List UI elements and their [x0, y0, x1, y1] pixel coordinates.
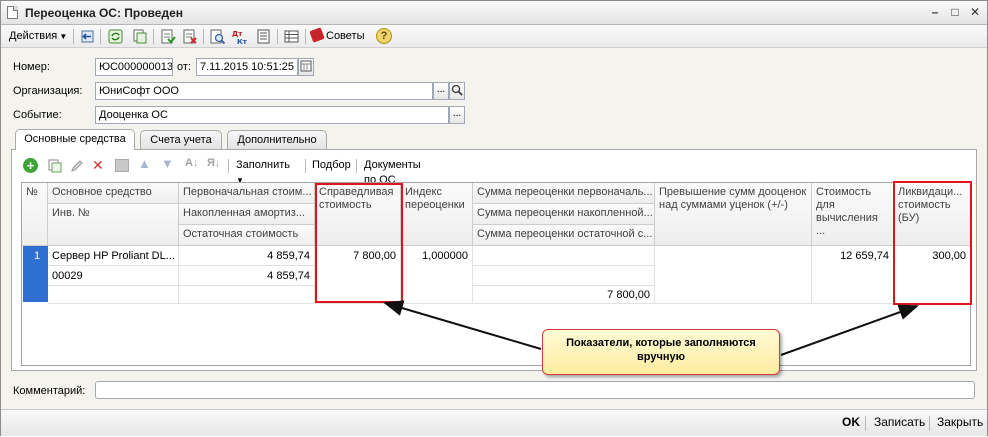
document-window: Переоценка ОС: Проведен – □ ✕ Действия ▼ [0, 0, 988, 436]
close-button[interactable]: Закрыть [937, 415, 983, 429]
arrow-to-liquidation-value [780, 304, 919, 356]
comment-label: Комментарий: [13, 385, 86, 397]
comment-field[interactable] [95, 381, 975, 399]
annotation-arrows [383, 300, 919, 356]
button-separator [929, 416, 930, 431]
bottom-bar: OK Записать Закрыть [1, 409, 987, 436]
arrow-to-fair-value [383, 300, 542, 350]
annotation-callout: Показатели, которые заполняются вручную [542, 329, 780, 375]
tab-fixed-assets[interactable]: Основные средства [15, 129, 135, 150]
save-button[interactable]: Записать [874, 415, 925, 429]
button-separator [865, 416, 866, 431]
ok-button[interactable]: OK [842, 415, 860, 429]
